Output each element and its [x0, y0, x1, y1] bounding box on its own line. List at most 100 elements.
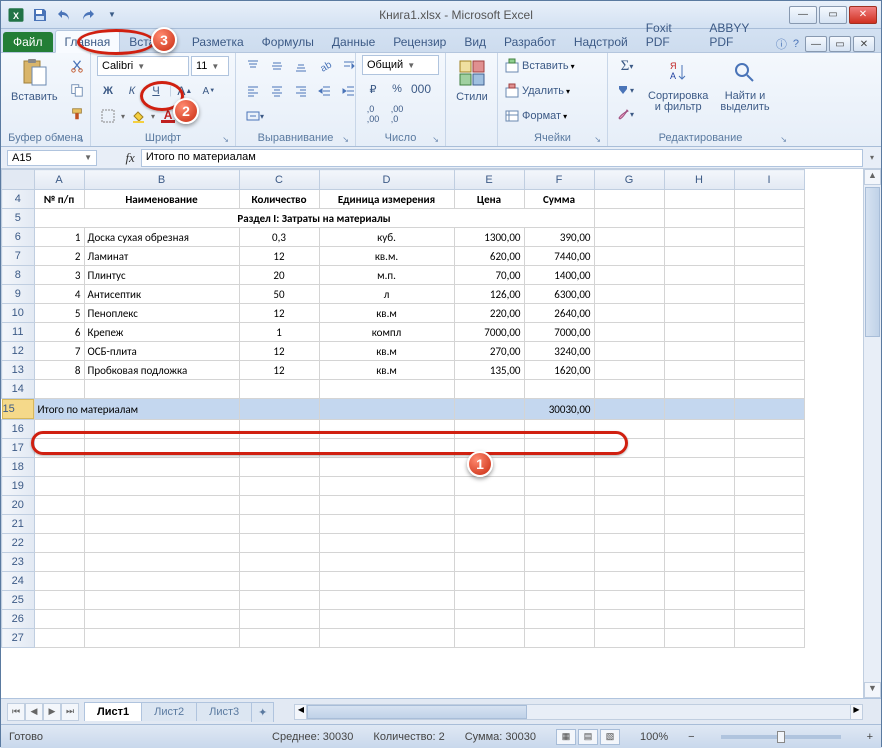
row-6[interactable]: 61Доска сухая обрезная0,3куб.1300,00390,…: [2, 228, 805, 247]
tab-abbyy[interactable]: ABBYY PDF: [700, 17, 775, 52]
comma-icon[interactable]: 000: [410, 78, 432, 100]
colhdr-A[interactable]: A: [34, 170, 84, 190]
header-qty[interactable]: Количество: [239, 190, 319, 209]
italic-button[interactable]: К: [121, 80, 143, 102]
colhdr-B[interactable]: B: [84, 170, 239, 190]
help-icon[interactable]: ?: [793, 38, 799, 50]
scroll-thumb[interactable]: [865, 187, 880, 337]
row-11[interactable]: 116Крепеж1компл7000,007000,00: [2, 323, 805, 342]
font-size-select[interactable]: 11▼: [191, 56, 229, 76]
decrease-decimal-icon[interactable]: ,00,0: [386, 103, 408, 125]
header-sum[interactable]: Сумма: [524, 190, 594, 209]
horizontal-scrollbar[interactable]: ◀ ▶: [294, 704, 863, 720]
doc-restore-button[interactable]: ▭: [829, 36, 851, 52]
file-tab[interactable]: Файл: [3, 32, 53, 52]
percent-icon[interactable]: %: [386, 78, 408, 100]
paste-button[interactable]: Вставить: [7, 55, 62, 105]
zoom-in-icon[interactable]: +: [867, 731, 873, 743]
view-normal-icon[interactable]: ▦: [556, 729, 576, 745]
tab-home[interactable]: Главная: [55, 30, 121, 53]
tab-foxit[interactable]: Foxit PDF: [637, 17, 701, 52]
merge-cells-icon[interactable]: ▾: [242, 105, 268, 127]
save-icon[interactable]: [29, 5, 51, 25]
view-layout-icon[interactable]: ▤: [578, 729, 598, 745]
header-unit[interactable]: Единица измерения: [319, 190, 454, 209]
shrink-font-icon[interactable]: A▼: [198, 80, 220, 102]
scroll-right-icon[interactable]: ▶: [850, 705, 862, 719]
align-center-icon[interactable]: [266, 80, 288, 102]
align-right-icon[interactable]: [290, 80, 312, 102]
orientation-icon[interactable]: ab: [314, 55, 336, 77]
row-22[interactable]: 22: [2, 534, 805, 553]
row-27[interactable]: 27: [2, 629, 805, 648]
colhdr-I[interactable]: I: [734, 170, 804, 190]
align-middle-icon[interactable]: [266, 55, 288, 77]
row-21[interactable]: 21: [2, 515, 805, 534]
styles-button[interactable]: Стили: [452, 55, 492, 105]
fill-color-icon[interactable]: [127, 105, 149, 127]
row-19[interactable]: 19: [2, 477, 805, 496]
doc-minimize-button[interactable]: —: [805, 36, 827, 52]
sheet-tab-3[interactable]: Лист3: [196, 702, 252, 721]
scroll-left-icon[interactable]: ◀: [295, 705, 307, 719]
underline-button[interactable]: Ч: [145, 80, 167, 102]
format-cells-button[interactable]: Формат▾: [504, 105, 567, 127]
fill-icon[interactable]: ▾: [614, 79, 636, 101]
row-17[interactable]: 17: [2, 439, 805, 458]
doc-close-button[interactable]: ✕: [853, 36, 875, 52]
section-title[interactable]: Раздел I: Затраты на материалы: [34, 209, 594, 228]
tab-data[interactable]: Данные: [323, 31, 384, 52]
hscroll-thumb[interactable]: [307, 705, 527, 719]
currency-icon[interactable]: ₽: [362, 78, 384, 100]
clear-icon[interactable]: ▾: [614, 103, 636, 125]
copy-icon[interactable]: [66, 79, 88, 101]
sheet-tab-1[interactable]: Лист1: [84, 702, 142, 721]
row-14[interactable]: 14: [2, 380, 805, 399]
minimize-ribbon-icon[interactable]: ⓘ: [776, 36, 787, 52]
scroll-down-icon[interactable]: ▼: [864, 682, 881, 698]
close-button[interactable]: ✕: [849, 6, 877, 24]
bold-button[interactable]: Ж: [97, 80, 119, 102]
spreadsheet-grid[interactable]: A B C D E F G H I 4 № п/п Наименование К…: [1, 169, 805, 648]
header-name[interactable]: Наименование: [84, 190, 239, 209]
tab-view[interactable]: Вид: [455, 31, 495, 52]
scroll-up-icon[interactable]: ▲: [864, 169, 881, 185]
total-sum[interactable]: 30030,00: [524, 399, 594, 420]
sheet-tab-new[interactable]: ✦: [251, 702, 274, 722]
colhdr-E[interactable]: E: [454, 170, 524, 190]
row-26[interactable]: 26: [2, 610, 805, 629]
number-format-select[interactable]: Общий▼: [362, 55, 439, 75]
format-painter-icon[interactable]: [66, 103, 88, 125]
delete-cells-button[interactable]: Удалить▾: [504, 80, 570, 102]
row-25[interactable]: 25: [2, 591, 805, 610]
name-box[interactable]: A15▼: [7, 150, 97, 166]
row-5[interactable]: 5 Раздел I: Затраты на материалы: [2, 209, 805, 228]
row-23[interactable]: 23: [2, 553, 805, 572]
view-pagebreak-icon[interactable]: ▧: [600, 729, 620, 745]
maximize-button[interactable]: ▭: [819, 6, 847, 24]
zoom-slider[interactable]: [721, 735, 841, 739]
undo-icon[interactable]: [53, 5, 75, 25]
align-top-icon[interactable]: [242, 55, 264, 77]
redo-icon[interactable]: [77, 5, 99, 25]
zoom-out-icon[interactable]: −: [688, 731, 694, 743]
align-left-icon[interactable]: [242, 80, 264, 102]
header-number[interactable]: № п/п: [34, 190, 84, 209]
row-7[interactable]: 72Ламинат12кв.м.620,007440,00: [2, 247, 805, 266]
row-13[interactable]: 138Пробковая подложка12кв.м135,001620,00: [2, 361, 805, 380]
header-price[interactable]: Цена: [454, 190, 524, 209]
colhdr-C[interactable]: C: [239, 170, 319, 190]
row-24[interactable]: 24: [2, 572, 805, 591]
align-bottom-icon[interactable]: [290, 55, 312, 77]
sheet-nav-next-icon[interactable]: ▶: [43, 703, 61, 721]
fx-icon[interactable]: fx: [125, 150, 134, 166]
cut-icon[interactable]: [66, 55, 88, 77]
total-label[interactable]: Итого по материалам: [34, 399, 239, 420]
row-8[interactable]: 83Плинтус20м.п.70,001400,00: [2, 266, 805, 285]
colhdr-H[interactable]: H: [664, 170, 734, 190]
colhdr-F[interactable]: F: [524, 170, 594, 190]
sheet-tab-2[interactable]: Лист2: [141, 702, 197, 721]
tab-layout[interactable]: Разметка: [183, 31, 253, 52]
sheet-nav-last-icon[interactable]: ⏭: [61, 703, 79, 721]
tab-addins[interactable]: Надстрой: [565, 31, 637, 52]
